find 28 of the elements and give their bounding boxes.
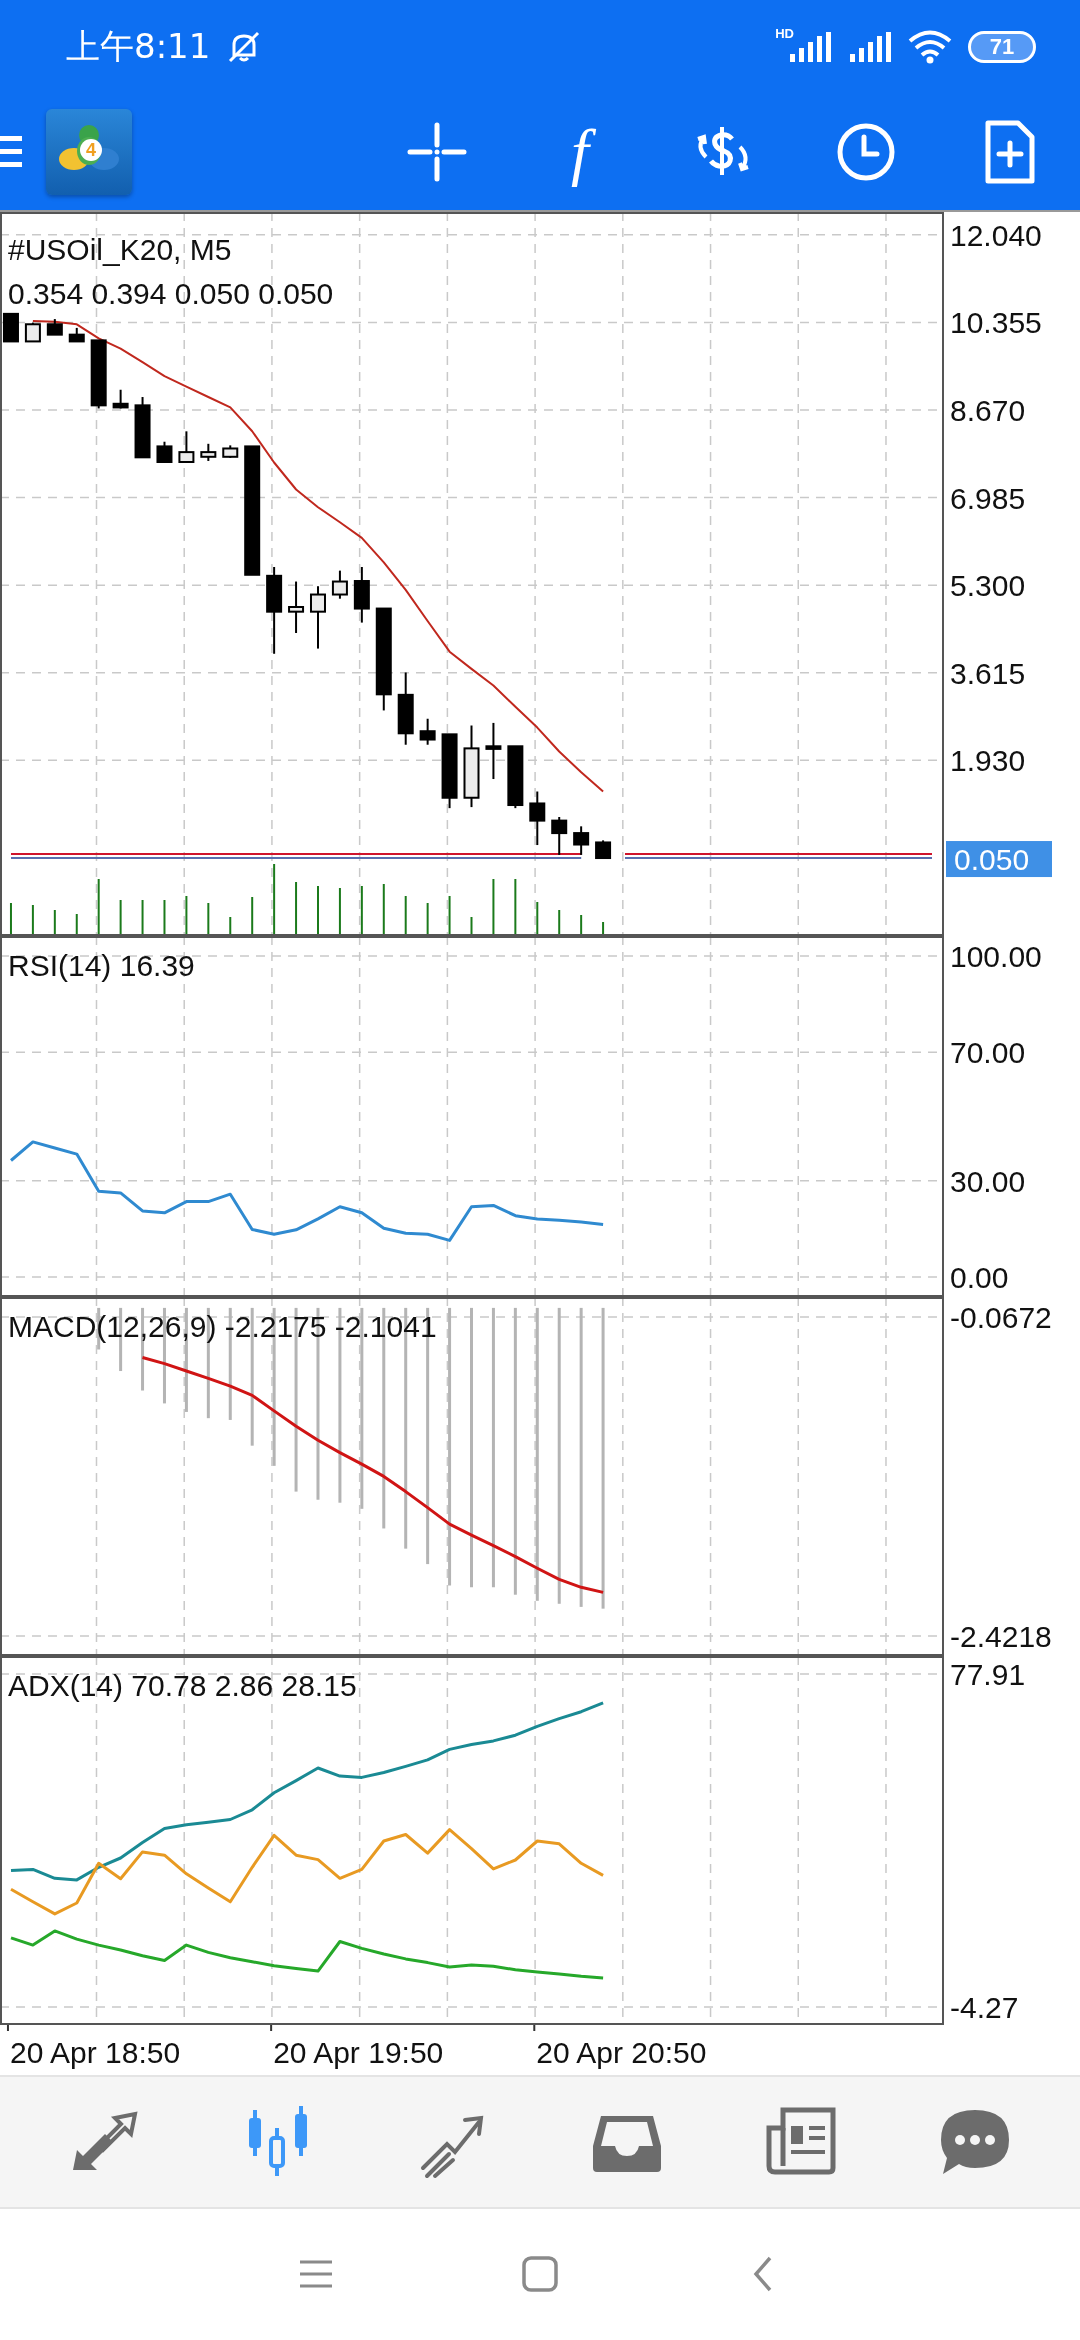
- axis-tick-label: 0.00: [950, 1261, 1009, 1295]
- axis-tick-label: 77.91: [950, 1658, 1026, 1692]
- indicator-title: RSI(14) 16.39: [8, 949, 195, 983]
- time-axis-label: 20 Apr 19:50: [273, 2036, 444, 2070]
- axis-tick-label: 1.930: [950, 744, 1026, 778]
- axis-tick-label: 100.00: [950, 940, 1042, 974]
- time-axis-label: 20 Apr 20:50: [536, 2036, 707, 2070]
- axis-tick-label: 70.00: [950, 1036, 1026, 1070]
- ohlc-values: 0.354 0.394 0.050 0.050: [8, 277, 334, 311]
- indicator-title: ADX(14) 70.78 2.86 28.15: [8, 1669, 357, 1703]
- axis-tick-label: -4.27: [950, 1991, 1019, 2025]
- current-price-label: 0.050: [954, 843, 1030, 877]
- network-type-label: HD: [775, 26, 794, 42]
- axis-tick-label: 8.670: [950, 394, 1026, 428]
- indicator-title: MACD(12,26,9) -2.2175 -2.1041: [8, 1310, 437, 1344]
- axis-tick-label: 12.040: [950, 219, 1042, 252]
- axis-tick-label: -0.0672: [950, 1301, 1052, 1335]
- clock-time: 上午8:11: [66, 25, 211, 69]
- axis-tick-label: 10.355: [950, 306, 1042, 340]
- axis-tick-label: 30.00: [950, 1164, 1026, 1198]
- battery-indicator: 71: [968, 31, 1036, 64]
- axis-tick-label: 5.300: [950, 569, 1026, 603]
- axis-tick-label: 3.615: [950, 656, 1026, 690]
- indicator-title: #USOil_K20, M5: [8, 233, 232, 267]
- indicator-function-icon[interactable]: f: [545, 117, 615, 188]
- time-axis-label: 20 Apr 18:50: [9, 2036, 181, 2070]
- axis-tick-label: -2.4218: [950, 1620, 1052, 1654]
- axis-tick-label: 6.985: [950, 481, 1026, 515]
